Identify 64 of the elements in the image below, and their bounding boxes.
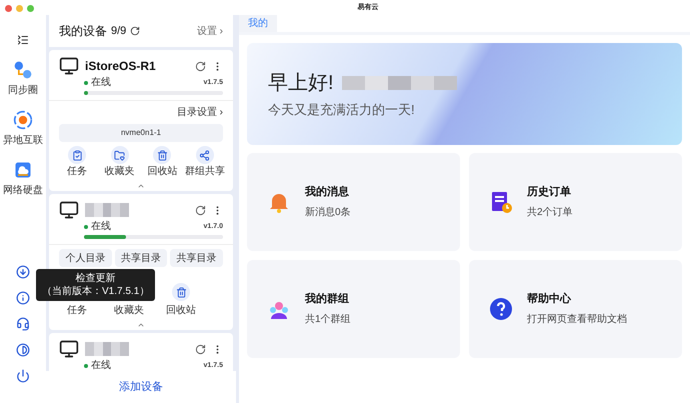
document-clock-icon (489, 190, 513, 214)
refresh-icon[interactable] (195, 344, 206, 354)
card-title: 帮助中心 (527, 292, 572, 308)
action-button[interactable]: 回收站 (144, 146, 180, 178)
nav-icon (13, 110, 33, 130)
directory-tab[interactable]: 共享目录 (170, 249, 224, 267)
info-icon[interactable] (16, 291, 30, 305)
directory-settings-link[interactable]: 目录设置 › (176, 105, 223, 120)
card-subtitle: 共1个群组 (305, 312, 351, 327)
refresh-icon[interactable] (130, 26, 140, 36)
action-button[interactable]: 回收站 (163, 283, 199, 317)
card-title: 我的群组 (305, 292, 350, 308)
action-button[interactable]: 收藏夹 (102, 146, 138, 178)
refresh-icon[interactable] (195, 204, 206, 216)
devices-title: 我的设备 (59, 23, 107, 40)
folder-field[interactable]: nvme0n1-1 (59, 124, 223, 142)
card-title: 历史订单 (527, 184, 572, 200)
nav-icon (13, 60, 33, 80)
device-status: 在线 (91, 221, 111, 233)
device-status: 在线 (91, 360, 111, 371)
card-subtitle: 新消息0条 (305, 206, 351, 220)
headset-icon[interactable] (16, 317, 30, 331)
settings-link[interactable]: 设置 › (196, 24, 223, 38)
device-name: iStoreOS-R1 (85, 58, 156, 75)
device-status: 在线 (91, 77, 111, 89)
share-icon (199, 150, 210, 160)
download-icon[interactable] (16, 265, 30, 279)
card-title: 我的消息 (305, 184, 350, 200)
add-device-button[interactable]: 添加设备 (119, 378, 163, 396)
refresh-icon[interactable] (195, 60, 206, 72)
greeting-subtitle: 今天又是充满活力的一天! (268, 101, 416, 120)
feature-card[interactable]: 我的消息 新消息0条 (247, 153, 460, 251)
card-subtitle: 共2个订单 (527, 206, 573, 220)
tooltip-subtitle: （当前版本：V1.7.5.1） (42, 285, 150, 298)
action-button[interactable]: 群组共享 (186, 146, 223, 178)
trash-icon (156, 150, 168, 160)
feature-card[interactable]: 帮助中心 打开网页查看帮助文档 (469, 260, 682, 358)
directory-tab[interactable]: 共享目录 (114, 249, 168, 267)
menu-icon[interactable] (17, 34, 29, 46)
contrast-icon[interactable] (16, 343, 30, 357)
blurred-name (85, 203, 129, 217)
blurred-name (85, 342, 129, 356)
nav-item[interactable]: 同步圈 (8, 60, 38, 98)
monitor-icon (59, 339, 79, 359)
feature-card[interactable]: 历史订单 共2个订单 (469, 153, 682, 251)
device-count: 9/9 (111, 24, 126, 39)
collapse-icon[interactable] (137, 182, 145, 190)
nav-icon (13, 160, 33, 180)
monitor-icon (59, 56, 79, 76)
card-subtitle: 打开网页查看帮助文档 (527, 312, 627, 327)
collapse-icon[interactable] (137, 321, 145, 329)
help-icon (489, 297, 513, 321)
greeting-text: 早上好! (268, 71, 334, 96)
tooltip-title: 检查更新 (76, 272, 116, 285)
folder-icon (114, 150, 126, 160)
nav-item[interactable]: 异地互联 (3, 110, 43, 148)
trash-icon (176, 286, 186, 298)
monitor-icon (59, 200, 79, 220)
feature-card[interactable]: 我的群组 共1个群组 (247, 260, 460, 358)
directory-tab[interactable]: 个人目录 (59, 249, 112, 267)
action-button[interactable]: 任务 (59, 146, 95, 178)
clipboard-icon (72, 150, 82, 160)
power-icon[interactable] (16, 369, 30, 383)
nav-item[interactable]: 网络硬盘 (3, 160, 43, 198)
